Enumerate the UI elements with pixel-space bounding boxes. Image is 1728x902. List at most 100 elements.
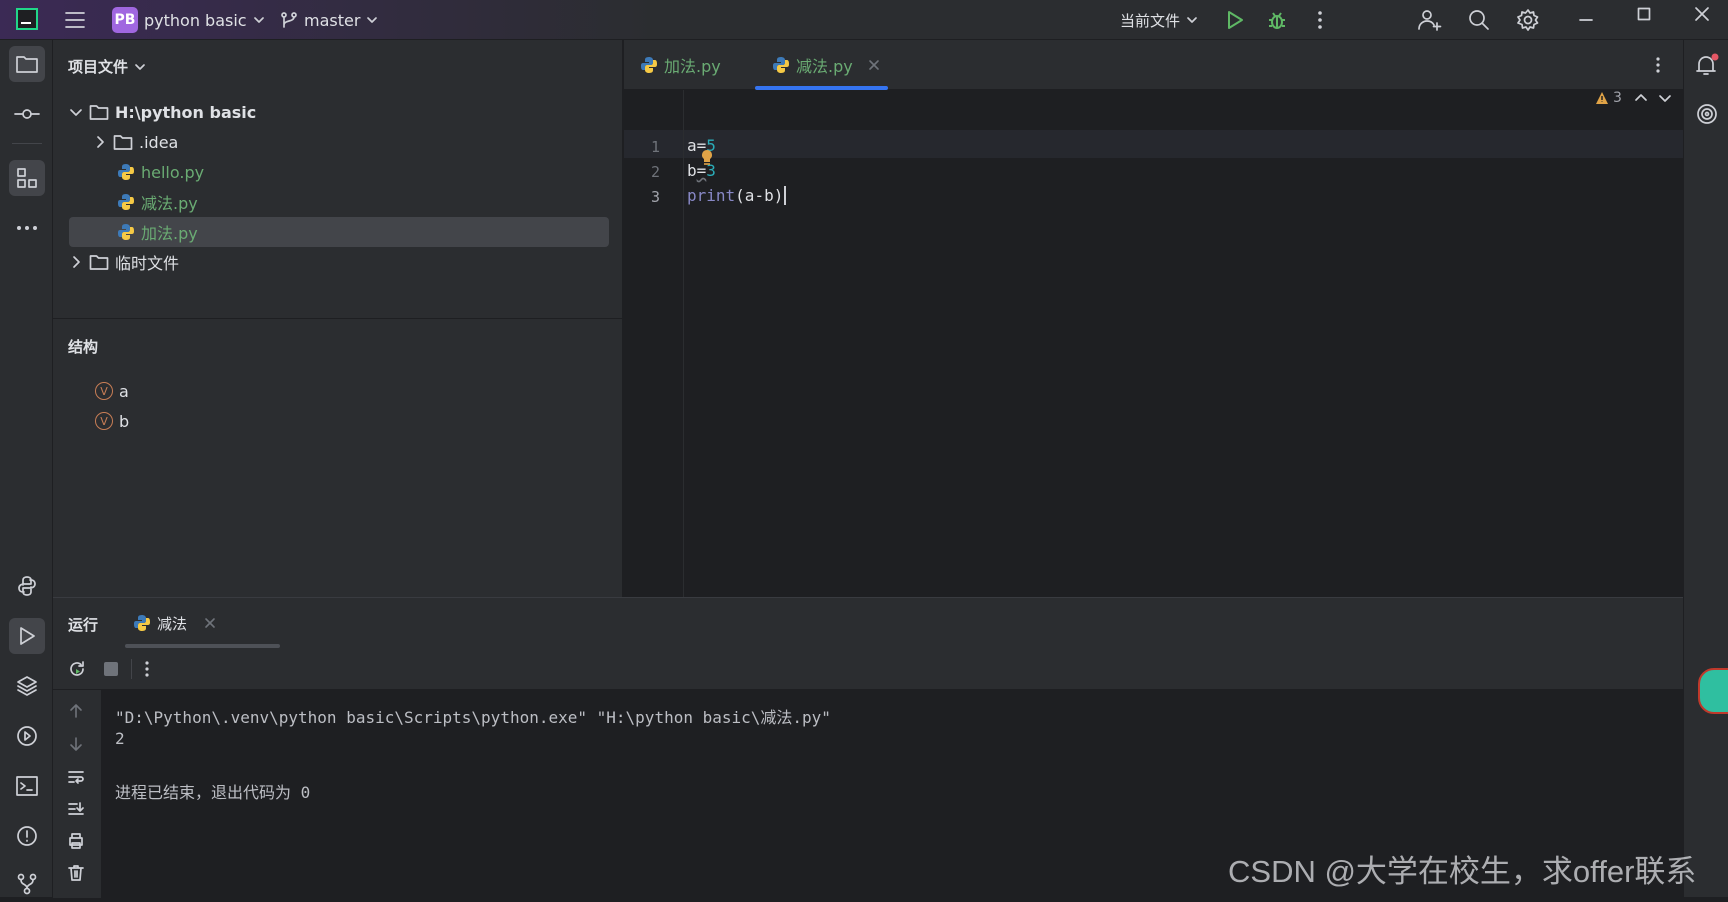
python-console-icon[interactable] bbox=[9, 568, 45, 604]
active-tab-indicator bbox=[755, 86, 888, 90]
tab-options-icon[interactable] bbox=[1652, 55, 1664, 75]
project-switcher[interactable]: PB python basic bbox=[112, 0, 265, 40]
chevron-down-icon bbox=[70, 109, 82, 116]
pycharm-logo-icon[interactable] bbox=[16, 8, 38, 30]
tree-item-root[interactable]: H:\python basic bbox=[69, 97, 609, 127]
tree-label-subtract: 减法.py bbox=[141, 194, 198, 213]
inspection-widget[interactable]: 3 bbox=[1595, 90, 1672, 106]
more-options-icon[interactable] bbox=[141, 659, 153, 679]
print-icon[interactable] bbox=[67, 832, 85, 850]
run-tab-label: 减法 bbox=[157, 614, 188, 633]
more-actions-icon[interactable] bbox=[1310, 9, 1330, 31]
current-line-highlight bbox=[624, 130, 1683, 158]
tab-label: 加法.py bbox=[664, 57, 721, 76]
variable-icon: V bbox=[95, 412, 113, 430]
tree-label-hello: hello.py bbox=[141, 162, 205, 182]
python-file-icon bbox=[118, 194, 134, 210]
chevron-down-icon bbox=[135, 63, 145, 70]
console-output-line: 进程已结束，退出代码为 0 bbox=[115, 783, 311, 802]
settings-gear-icon[interactable] bbox=[1516, 8, 1540, 32]
python-file-icon bbox=[641, 57, 657, 73]
console-side-toolbar bbox=[53, 690, 101, 898]
left-tool-strip bbox=[0, 40, 53, 897]
debug-icon[interactable] bbox=[1266, 9, 1288, 31]
scroll-down-icon[interactable] bbox=[67, 735, 85, 753]
code-with-me-icon[interactable] bbox=[1417, 8, 1443, 32]
layers-icon[interactable] bbox=[9, 668, 45, 704]
run-config-selector[interactable]: 当前文件 bbox=[1120, 0, 1198, 40]
divider bbox=[12, 143, 42, 144]
line-number: 3 bbox=[650, 188, 660, 206]
tab-add-py[interactable]: 加法.py bbox=[640, 40, 721, 90]
minimize-icon[interactable] bbox=[1578, 12, 1594, 28]
divider bbox=[131, 659, 132, 679]
chevron-down-icon[interactable] bbox=[1658, 91, 1672, 105]
warning-icon bbox=[1596, 92, 1608, 104]
watermark: CSDN @大学在校生，求offer联系 bbox=[1228, 854, 1697, 889]
tree-label-root: H:\python basic bbox=[115, 102, 257, 122]
chevron-down-icon bbox=[253, 17, 264, 23]
structure-item[interactable]: V a bbox=[95, 376, 129, 406]
tree-label-add: 加法.py bbox=[141, 224, 198, 243]
tree-item-idea[interactable]: .idea bbox=[93, 127, 609, 157]
close-tab-icon[interactable] bbox=[867, 58, 881, 72]
warnings-count: 3 bbox=[1613, 90, 1622, 106]
maximize-icon[interactable] bbox=[1636, 6, 1652, 22]
rerun-icon[interactable] bbox=[67, 659, 87, 679]
tree-item-subtract[interactable]: 减法.py bbox=[117, 187, 609, 217]
chevron-down-icon bbox=[367, 17, 378, 23]
console-output-line: 2 bbox=[115, 729, 125, 748]
scroll-to-end-icon[interactable] bbox=[67, 800, 85, 818]
structure-item[interactable]: V b bbox=[95, 406, 129, 436]
code-token: print bbox=[687, 186, 736, 205]
services-icon[interactable] bbox=[9, 718, 45, 754]
project-panel: 项目文件 H:\python basic .idea hello.py 减法.p… bbox=[53, 40, 623, 597]
divider bbox=[53, 318, 622, 319]
tab-subtract-py[interactable]: 减法.py bbox=[772, 40, 881, 90]
soft-wrap-icon[interactable] bbox=[67, 768, 85, 786]
search-icon[interactable] bbox=[1467, 8, 1491, 32]
run-tool-icon[interactable] bbox=[9, 618, 45, 654]
run-toolbar bbox=[53, 648, 1683, 690]
python-file-icon bbox=[118, 164, 134, 180]
floating-assistant-icon[interactable] bbox=[1698, 668, 1728, 714]
scroll-up-icon[interactable] bbox=[67, 702, 85, 720]
gutter: 1 2 3 bbox=[624, 90, 684, 597]
project-tool-icon[interactable] bbox=[9, 46, 45, 82]
title-bar: PB python basic master 当前文件 bbox=[0, 0, 1728, 40]
tree-item-add[interactable]: 加法.py bbox=[69, 217, 609, 247]
folder-icon bbox=[89, 105, 109, 120]
run-tab[interactable]: 减法 bbox=[133, 598, 217, 648]
project-name: python basic bbox=[144, 10, 247, 30]
structure-tool-icon[interactable] bbox=[9, 160, 45, 196]
tree-item-scratches[interactable]: 临时文件 bbox=[69, 247, 609, 277]
structure-panel-title: 结构 bbox=[68, 338, 99, 356]
chevron-up-icon[interactable] bbox=[1634, 91, 1648, 105]
close-window-icon[interactable] bbox=[1694, 6, 1710, 22]
more-tools-icon[interactable] bbox=[9, 210, 45, 246]
python-file-icon bbox=[134, 615, 150, 631]
python-file-icon bbox=[773, 57, 789, 73]
tree-label-scratches: 临时文件 bbox=[115, 254, 180, 273]
tree-item-hello[interactable]: hello.py bbox=[117, 157, 609, 187]
close-tab-icon[interactable] bbox=[203, 616, 217, 630]
run-icon[interactable] bbox=[1224, 9, 1246, 31]
problems-icon[interactable] bbox=[9, 818, 45, 854]
clear-trash-icon[interactable] bbox=[67, 864, 85, 882]
ai-assistant-icon[interactable] bbox=[1695, 102, 1719, 126]
folder-icon bbox=[113, 135, 133, 150]
main-menu-icon[interactable] bbox=[63, 9, 87, 31]
structure-item-label: b bbox=[119, 411, 130, 431]
stop-icon[interactable] bbox=[104, 662, 118, 676]
lightbulb-icon[interactable] bbox=[699, 148, 715, 168]
notifications-icon[interactable] bbox=[1694, 52, 1720, 78]
code-token: a bbox=[687, 136, 697, 155]
commit-icon[interactable] bbox=[9, 96, 45, 132]
branch-switcher[interactable]: master bbox=[280, 0, 378, 40]
structure-item-label: a bbox=[119, 381, 129, 401]
tree-label-idea: .idea bbox=[139, 132, 179, 152]
terminal-icon[interactable] bbox=[9, 768, 45, 804]
project-view-selector[interactable]: 项目文件 bbox=[68, 56, 146, 77]
project-panel-title: 项目文件 bbox=[68, 58, 129, 76]
code-line[interactable]: print(a-b) bbox=[687, 186, 787, 205]
